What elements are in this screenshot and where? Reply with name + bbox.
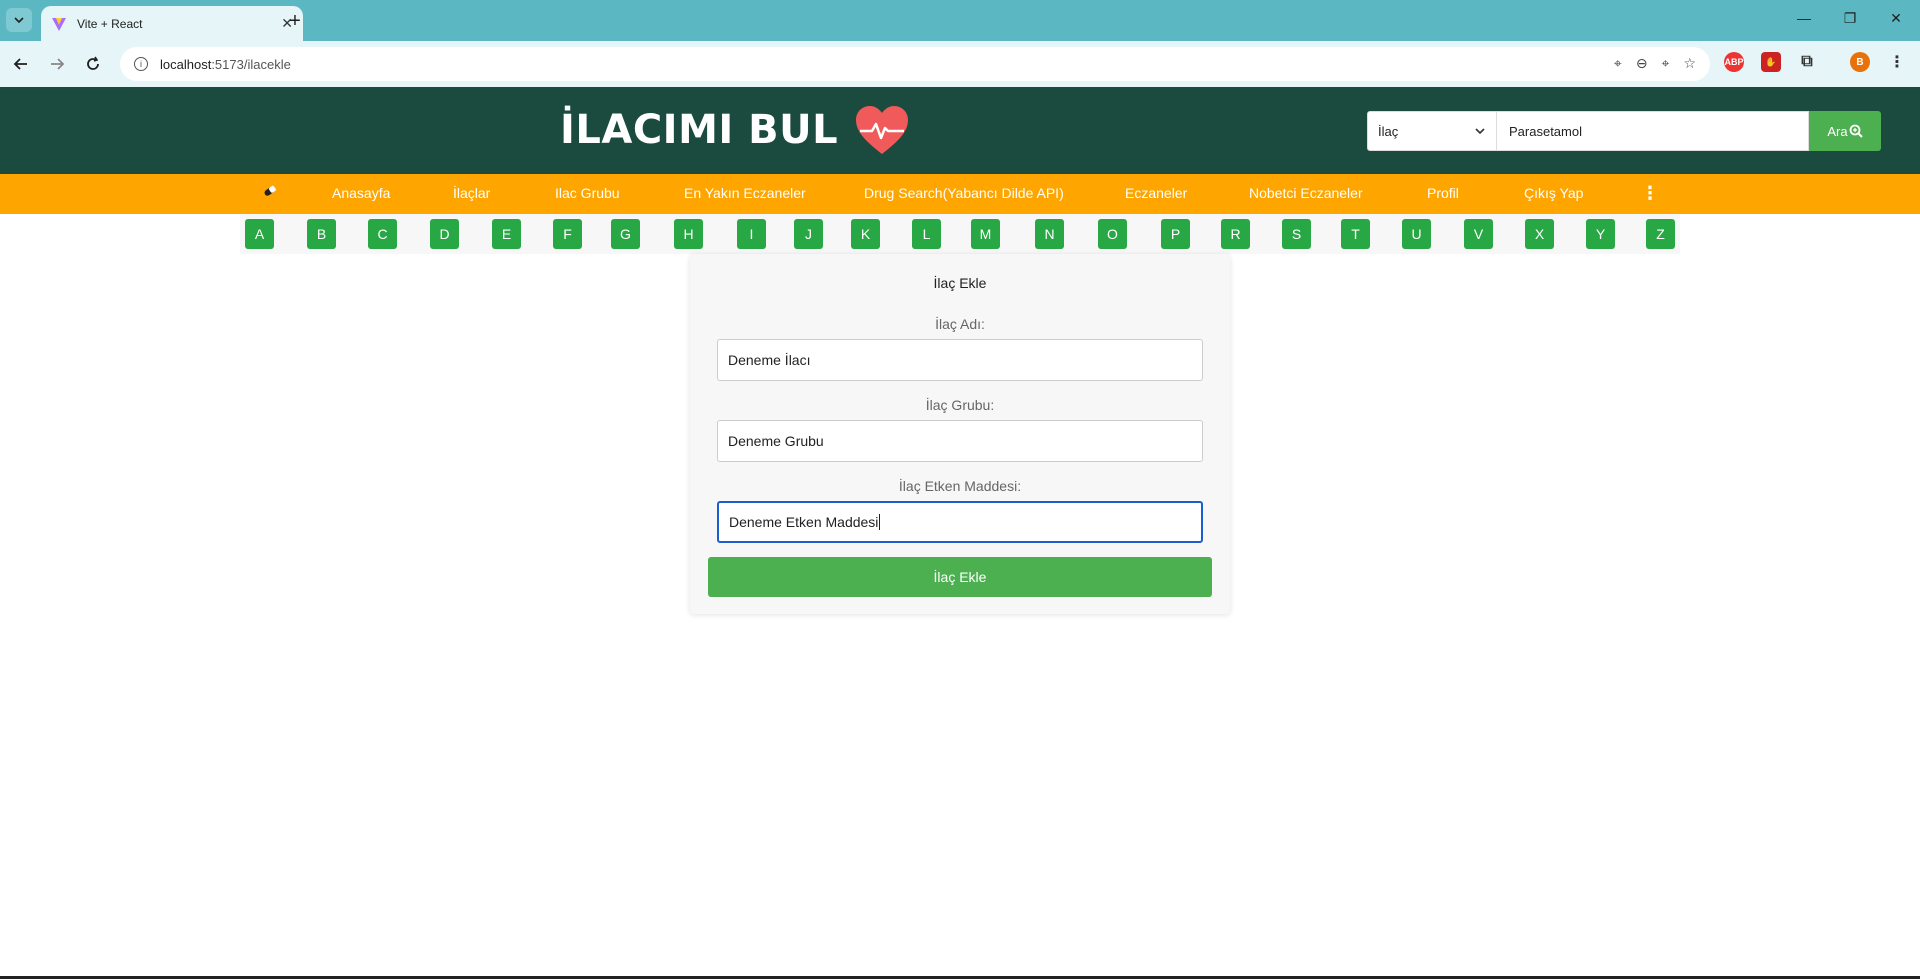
letter-button-c[interactable]: C	[368, 219, 397, 249]
letter-button-k[interactable]: K	[851, 219, 880, 249]
letter-button-e[interactable]: E	[492, 219, 521, 249]
vite-logo-icon	[52, 17, 66, 31]
search-button-label: Ara	[1827, 123, 1848, 139]
letter-button-t[interactable]: T	[1341, 219, 1370, 249]
chevron-down-icon	[14, 17, 24, 24]
site-info-icon[interactable]: i	[134, 57, 148, 71]
letter-button-x[interactable]: X	[1525, 219, 1554, 249]
search-input[interactable]: Parasetamol	[1497, 111, 1809, 151]
letter-button-r[interactable]: R	[1221, 219, 1250, 249]
location-icon[interactable]: ⌖	[1614, 55, 1622, 72]
medicine-group-input[interactable]: Deneme Grubu	[717, 420, 1203, 462]
pill-icon[interactable]	[262, 184, 278, 201]
nav-item-cikis-yap[interactable]: Çıkış Yap	[1524, 185, 1583, 201]
substance-label: İlaç Etken Maddesi:	[898, 478, 1022, 494]
letter-button-g[interactable]: G	[611, 219, 640, 249]
forward-arrow-icon	[51, 58, 65, 70]
letter-filter-bar: A B C D E FG H IJK LM N O P R ST U V X Y Z	[240, 214, 1680, 254]
letter-button-n[interactable]: N	[1035, 219, 1064, 249]
medicine-group-value: Deneme Grubu	[728, 433, 824, 449]
nav-item-profil[interactable]: Profil	[1427, 185, 1459, 201]
browser-menu-icon[interactable]: ⋮	[1887, 52, 1907, 72]
reload-icon	[87, 56, 99, 70]
letter-button-u[interactable]: U	[1402, 219, 1431, 249]
letter-button-j[interactable]: J	[794, 219, 823, 249]
back-arrow-icon	[13, 58, 27, 70]
bookmark-star-icon[interactable]: ☆	[1683, 55, 1696, 72]
stop-extension-icon[interactable]: ✋	[1761, 52, 1781, 72]
letter-button-h[interactable]: H	[674, 219, 703, 249]
main-nav: Anasayfa İlaçlar Ilac Grubu En Yakın Ecz…	[0, 174, 1920, 214]
back-button[interactable]	[9, 52, 33, 76]
letter-button-i[interactable]: I	[737, 219, 766, 249]
extensions-puzzle-icon[interactable]: ⧉	[1797, 52, 1817, 72]
nav-item-en-yakin-eczaneler[interactable]: En Yakın Eczaneler	[684, 185, 806, 201]
forward-button[interactable]	[45, 52, 69, 76]
letter-button-y[interactable]: Y	[1586, 219, 1615, 249]
reload-button[interactable]	[81, 52, 105, 76]
text-caret	[879, 514, 881, 530]
letter-button-f[interactable]: F	[553, 219, 582, 249]
brand-title: İLACIMI BUL	[560, 107, 839, 153]
letter-button-d[interactable]: D	[430, 219, 459, 249]
letter-button-v[interactable]: V	[1464, 219, 1493, 249]
tab-title: Vite + React	[77, 16, 143, 31]
active-substance-input[interactable]: Deneme Etken Maddesi	[717, 501, 1203, 543]
name-label: İlaç Adı:	[935, 316, 985, 332]
search-type-select[interactable]: İlaç	[1367, 111, 1497, 151]
browser-tab[interactable]: Vite + React ✕	[41, 6, 303, 41]
chevron-down-icon	[1475, 128, 1485, 135]
heart-pulse-icon	[856, 106, 909, 154]
url-text: localhost:5173/ilacekle	[160, 56, 291, 72]
search-bar: İlaç Parasetamol Ara	[1367, 111, 1881, 151]
zoom-icon[interactable]: ⊖	[1636, 55, 1648, 72]
close-window-button[interactable]: ✕	[1886, 10, 1906, 27]
medicine-name-value: Deneme İlacı	[728, 352, 811, 368]
letter-button-p[interactable]: P	[1161, 219, 1190, 249]
omnibox-icons: ⌖ ⊖ ⌖ ☆	[1614, 55, 1696, 72]
form-title: İlaç Ekle	[933, 275, 987, 291]
active-substance-value: Deneme Etken Maddesi	[729, 514, 879, 530]
nav-item-drug-search[interactable]: Drug Search(Yabancı Dilde API)	[864, 185, 1064, 201]
nav-item-anasayfa[interactable]: Anasayfa	[332, 185, 390, 201]
adblock-icon[interactable]: ABP	[1724, 52, 1744, 72]
nav-item-ilac-grubu[interactable]: Ilac Grubu	[555, 185, 620, 201]
browser-tabbar: Vite + React ✕ + — ❐ ✕	[0, 0, 1920, 41]
letter-button-a[interactable]: A	[245, 219, 274, 249]
letter-button-s[interactable]: S	[1282, 219, 1311, 249]
minimize-button[interactable]: —	[1794, 10, 1814, 26]
address-bar[interactable]: i localhost:5173/ilacekle ⌖ ⊖ ⌖ ☆	[120, 47, 1710, 81]
letter-button-z[interactable]: Z	[1646, 219, 1675, 249]
nav-item-ilaclar[interactable]: İlaçlar	[453, 185, 490, 201]
group-label: İlaç Grubu:	[925, 397, 995, 413]
nav-item-nobetci-eczaneler[interactable]: Nobetci Eczaneler	[1249, 185, 1363, 201]
more-vertical-icon[interactable]: ⋮	[1641, 183, 1659, 204]
new-tab-button[interactable]: +	[283, 9, 307, 33]
letter-button-l[interactable]: L	[912, 219, 941, 249]
letter-button-m[interactable]: M	[971, 219, 1000, 249]
browser-toolbar: i localhost:5173/ilacekle ⌖ ⊖ ⌖ ☆ ABP ✋ …	[0, 41, 1920, 87]
add-medicine-button[interactable]: İlaç Ekle	[708, 557, 1212, 597]
search-button[interactable]: Ara	[1809, 111, 1881, 151]
nav-item-eczaneler[interactable]: Eczaneler	[1125, 185, 1187, 201]
letter-button-b[interactable]: B	[307, 219, 336, 249]
medicine-name-input[interactable]: Deneme İlacı	[717, 339, 1203, 381]
letter-button-o[interactable]: O	[1098, 219, 1127, 249]
tab-search-button[interactable]	[6, 8, 32, 32]
search-icon	[1849, 124, 1863, 138]
restore-button[interactable]: ❐	[1840, 10, 1860, 27]
app-header: İLACIMI BUL İlaç Parasetamol Ara	[0, 87, 1920, 174]
search-type-value: İlaç	[1378, 123, 1399, 139]
profile-avatar[interactable]: B	[1850, 52, 1870, 72]
location-pin-icon[interactable]: ⌖	[1662, 55, 1670, 72]
brand[interactable]: İLACIMI BUL	[560, 104, 910, 156]
add-medicine-form: İlaç Ekle İlaç Adı: Deneme İlacı İlaç Gr…	[690, 254, 1230, 614]
